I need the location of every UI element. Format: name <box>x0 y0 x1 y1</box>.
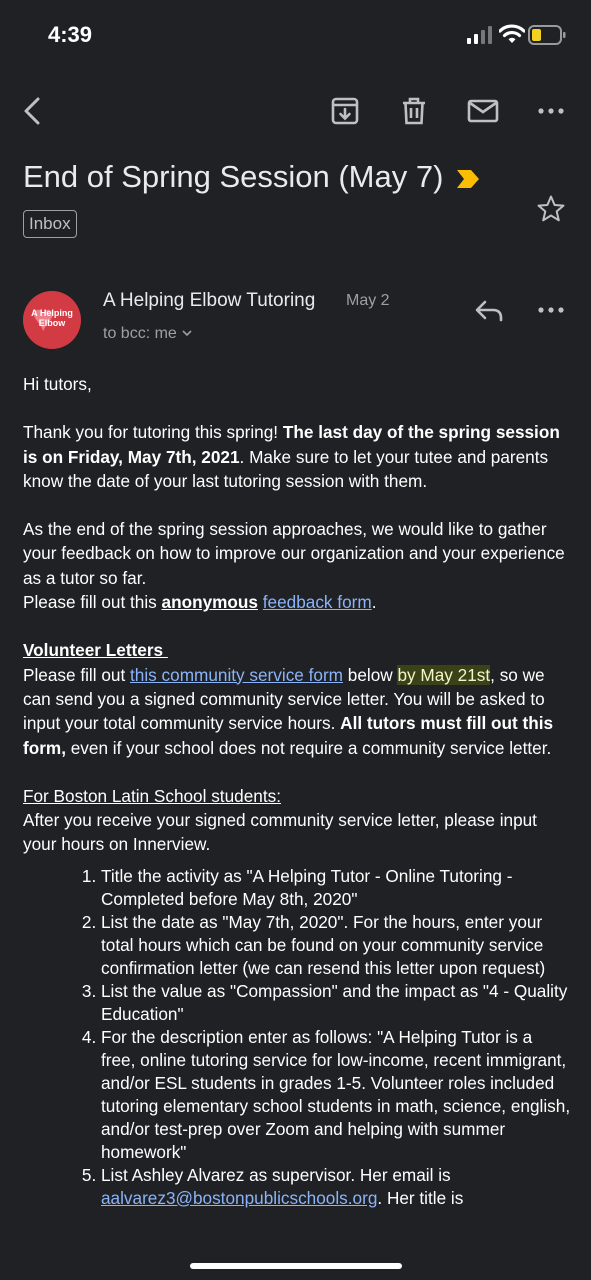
list-item: List the value as "Compassion" and the i… <box>101 980 571 1026</box>
list-item: List Ashley Alvarez as supervisor. Her e… <box>101 1164 571 1210</box>
greeting: Hi tutors, <box>23 374 92 394</box>
instruction-list: Title the activity as "A Helping Tutor -… <box>23 865 571 1210</box>
home-indicator[interactable] <box>190 1263 402 1269</box>
list-item: Title the activity as "A Helping Tutor -… <box>101 865 571 911</box>
inbox-label[interactable]: Inbox <box>23 210 77 238</box>
feedback-form-link[interactable]: feedback form <box>263 592 372 612</box>
sender-name: A Helping Elbow Tutoring <box>103 290 316 311</box>
message-more-icon[interactable] <box>535 296 567 324</box>
paragraph-feedback: As the end of the spring session approac… <box>23 519 565 588</box>
email-subject: End of Spring Session (May 7) <box>23 157 543 197</box>
back-arrow-icon[interactable] <box>16 94 50 128</box>
list-item: For the description enter as follows: "A… <box>101 1026 571 1164</box>
more-icon[interactable] <box>534 94 568 128</box>
sender-avatar[interactable]: ♥ A Helping Elbow <box>23 291 81 349</box>
paragraph-volunteer: Please fill out this community service f… <box>23 664 554 758</box>
email-toolbar <box>0 84 591 134</box>
subject-text: End of Spring Session (May 7) <box>23 159 444 194</box>
trash-icon[interactable] <box>397 94 431 128</box>
star-icon[interactable] <box>536 194 566 224</box>
community-service-form-link[interactable]: this community service form <box>130 665 343 685</box>
important-icon[interactable] <box>455 168 481 190</box>
archive-icon[interactable] <box>328 94 362 128</box>
recipients-text: to bcc: me <box>103 325 177 342</box>
battery-icon <box>528 25 566 45</box>
volunteer-letters-heading: Volunteer Letters <box>23 640 168 661</box>
paragraph-innerview: After you receive your signed community … <box>23 810 537 855</box>
bls-heading: For Boston Latin School students: <box>23 785 281 806</box>
avatar-logo-text: A Helping Elbow <box>31 308 73 328</box>
list-item: List the date as "May 7th, 2020". For th… <box>101 911 571 980</box>
email-date: May 2 <box>346 292 390 309</box>
reply-icon[interactable] <box>473 296 505 324</box>
chevron-down-icon <box>182 330 192 337</box>
status-bar: 4:39 <box>0 0 591 70</box>
email-body: Hi tutors, Thank you for tutoring this s… <box>23 372 571 1210</box>
supervisor-email-link[interactable]: aalvarez3@bostonpublicschools.org <box>101 1188 377 1208</box>
cellular-signal-icon <box>467 26 492 44</box>
paragraph-session-end: Thank you for tutoring this spring! The … <box>23 422 560 491</box>
recipient-details[interactable]: to bcc: me <box>103 325 193 343</box>
paragraph-feedback-link: Please fill out this anonymous feedback … <box>23 592 377 613</box>
deadline-highlight: by May 21st <box>397 664 491 685</box>
anonymous-bold: anonymous <box>161 592 258 613</box>
status-time: 4:39 <box>48 22 93 47</box>
mail-icon[interactable] <box>466 94 500 128</box>
wifi-icon <box>499 24 525 43</box>
